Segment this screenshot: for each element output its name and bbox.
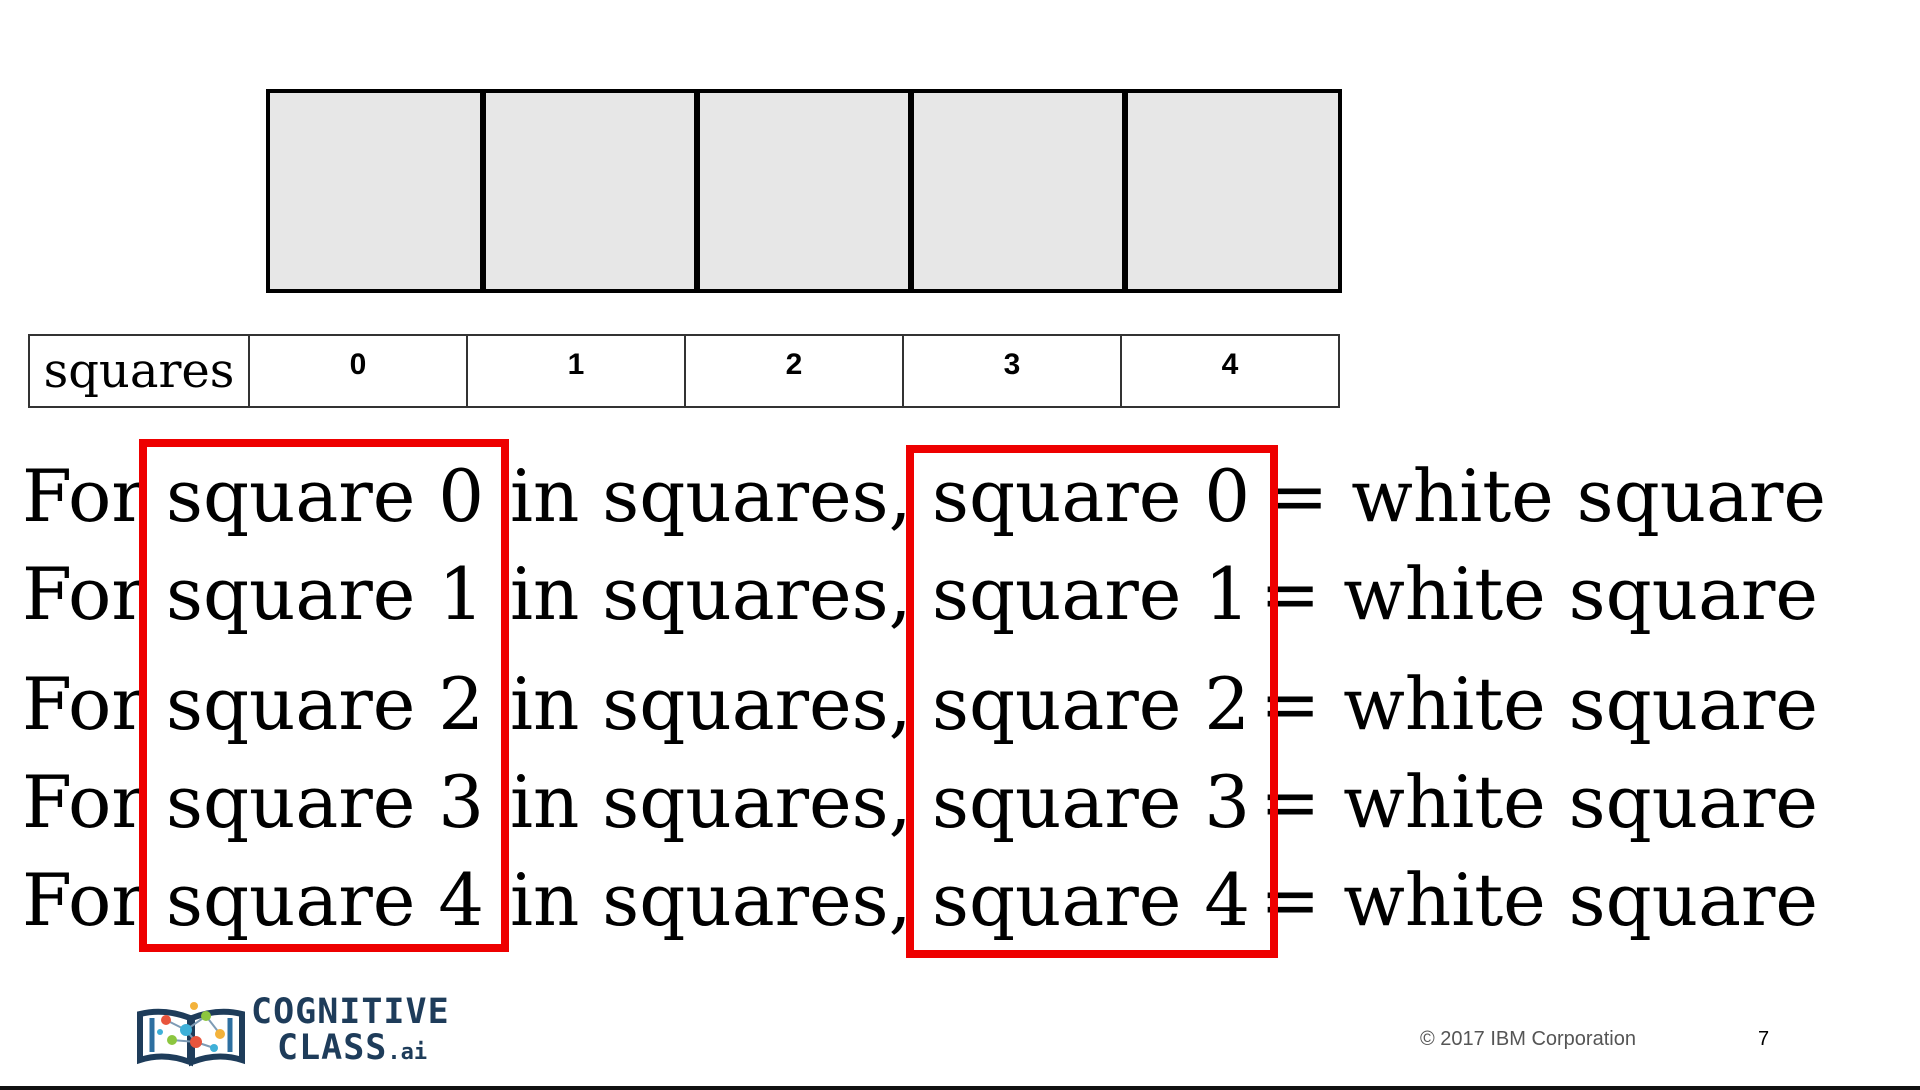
index-cell-2: 2 (684, 334, 904, 408)
for-keyword: For (22, 552, 146, 636)
bottom-divider (0, 1086, 1920, 1090)
square-box-4 (1124, 89, 1342, 293)
index-cell-4: 4 (1120, 334, 1340, 408)
square-box-0 (266, 89, 484, 293)
book-network-icon (137, 1002, 245, 1067)
page-number: 7 (1758, 1028, 1770, 1050)
index-cell-3: 3 (902, 334, 1122, 408)
loop-variable-highlight (139, 439, 509, 952)
slide: squares 0 1 2 3 4 For square 0 in square… (0, 0, 1920, 1090)
in-clause: in squares, (510, 662, 912, 746)
for-keyword: For (22, 662, 146, 746)
logo-line-2: CLASS.ai (251, 1030, 450, 1071)
logo-class-text: CLASS (277, 1028, 388, 1068)
assignment-value: = white square (1260, 858, 1819, 942)
assignment-target-highlight (906, 445, 1278, 958)
index-row: squares 0 1 2 3 4 (28, 334, 1340, 408)
for-keyword: For (22, 760, 146, 844)
assignment-value: = white square (1268, 454, 1827, 538)
logo-ai-suffix: .ai (387, 1040, 428, 1065)
list-name-label: squares (28, 334, 250, 408)
in-clause: in squares, (510, 858, 912, 942)
assignment-value: = white square (1260, 662, 1819, 746)
in-clause: in squares, (510, 454, 912, 538)
square-box-1 (482, 89, 698, 293)
for-keyword: For (22, 454, 146, 538)
for-keyword: For (22, 858, 146, 942)
index-cell-1: 1 (466, 334, 686, 408)
in-clause: in squares, (510, 760, 912, 844)
logo-wordmark: COGNITIVE CLASS.ai (251, 994, 450, 1071)
square-box-3 (910, 89, 1126, 293)
index-cell-0: 0 (248, 334, 468, 408)
square-box-2 (696, 89, 912, 293)
logo-line-1: COGNITIVE (251, 992, 450, 1032)
assignment-value: = white square (1260, 552, 1819, 636)
in-clause: in squares, (510, 552, 912, 636)
assignment-value: = white square (1260, 760, 1819, 844)
copyright-text: © 2017 IBM Corporation (1420, 1028, 1636, 1050)
squares-index-table: squares 0 1 2 3 4 (28, 334, 1340, 408)
cognitive-class-logo: COGNITIVE CLASS.ai (136, 994, 456, 1071)
